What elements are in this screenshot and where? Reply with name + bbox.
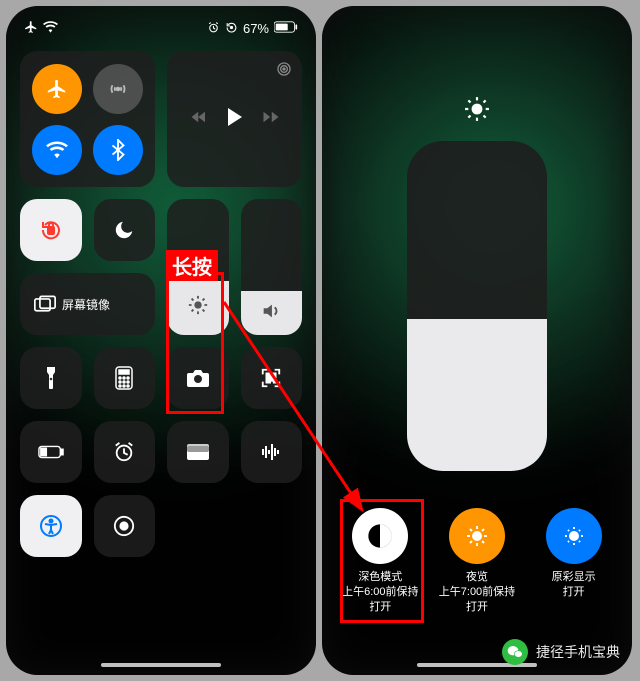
dark-mode-title: 深色模式 [358,571,402,583]
wallet-button[interactable] [167,421,229,483]
calculator-button[interactable] [94,347,156,409]
screen-mirroring-label: 屏幕镜像 [62,296,110,313]
camera-button[interactable] [167,347,229,409]
rotation-lock-toggle[interactable] [20,199,82,261]
volume-slider[interactable] [241,199,303,335]
do-not-disturb-toggle[interactable] [94,199,156,261]
dark-mode-subtitle: 上午6:00前保持 打开 [342,586,418,613]
dark-mode-button[interactable]: 深色模式上午6:00前保持 打开 [335,508,425,615]
media-controls[interactable] [167,51,302,187]
phone-left: 67% [6,6,316,675]
bluetooth-toggle[interactable] [93,125,143,175]
sun-icon [187,294,209,321]
airplay-icon[interactable] [276,61,292,82]
play-icon[interactable] [226,107,244,132]
night-shift-button[interactable]: 夜览上午7:00前保持 打开 [432,508,522,615]
true-tone-subtitle: 打开 [563,586,585,598]
prev-track-icon[interactable] [190,110,208,129]
rotation-status-icon [225,21,238,37]
next-track-icon[interactable] [262,110,280,129]
wifi-status-icon [43,21,58,36]
brightness-slider-expanded[interactable] [407,141,547,471]
alarm-status-icon [207,21,220,37]
night-shift-subtitle: 上午7:00前保持 打开 [439,586,515,613]
airplane-toggle[interactable] [32,64,82,114]
screen-record-button[interactable] [94,495,156,557]
flashlight-button[interactable] [20,347,82,409]
battery-icon [274,21,298,36]
airplane-icon [24,20,38,37]
screen-mirroring-button[interactable]: 屏幕镜像 [20,273,155,335]
alarm-button[interactable] [94,421,156,483]
night-shift-title: 夜览 [466,571,488,583]
accessibility-button[interactable] [20,495,82,557]
true-tone-title: 原彩显示 [552,571,596,583]
cellular-toggle[interactable] [93,64,143,114]
phone-right: 深色模式上午6:00前保持 打开 夜览上午7:00前保持 打开 原彩显示打开 [322,6,632,675]
status-bar: 67% [6,6,316,41]
wifi-toggle[interactable] [32,125,82,175]
home-indicator[interactable] [101,663,221,667]
watermark-text: 捷径手机宝典 [536,642,620,662]
sun-header-icon [464,96,490,127]
annotation-label: 长按 [166,250,218,281]
connectivity-group[interactable] [20,51,155,187]
true-tone-button[interactable]: 原彩显示打开 [529,508,619,615]
sound-recognition-button[interactable] [241,421,303,483]
speaker-icon [260,300,282,327]
low-power-button[interactable] [20,421,82,483]
wechat-icon [502,639,528,665]
qr-scanner-button[interactable] [241,347,303,409]
watermark: 捷径手机宝典 [502,639,620,665]
battery-text: 67% [243,21,269,36]
